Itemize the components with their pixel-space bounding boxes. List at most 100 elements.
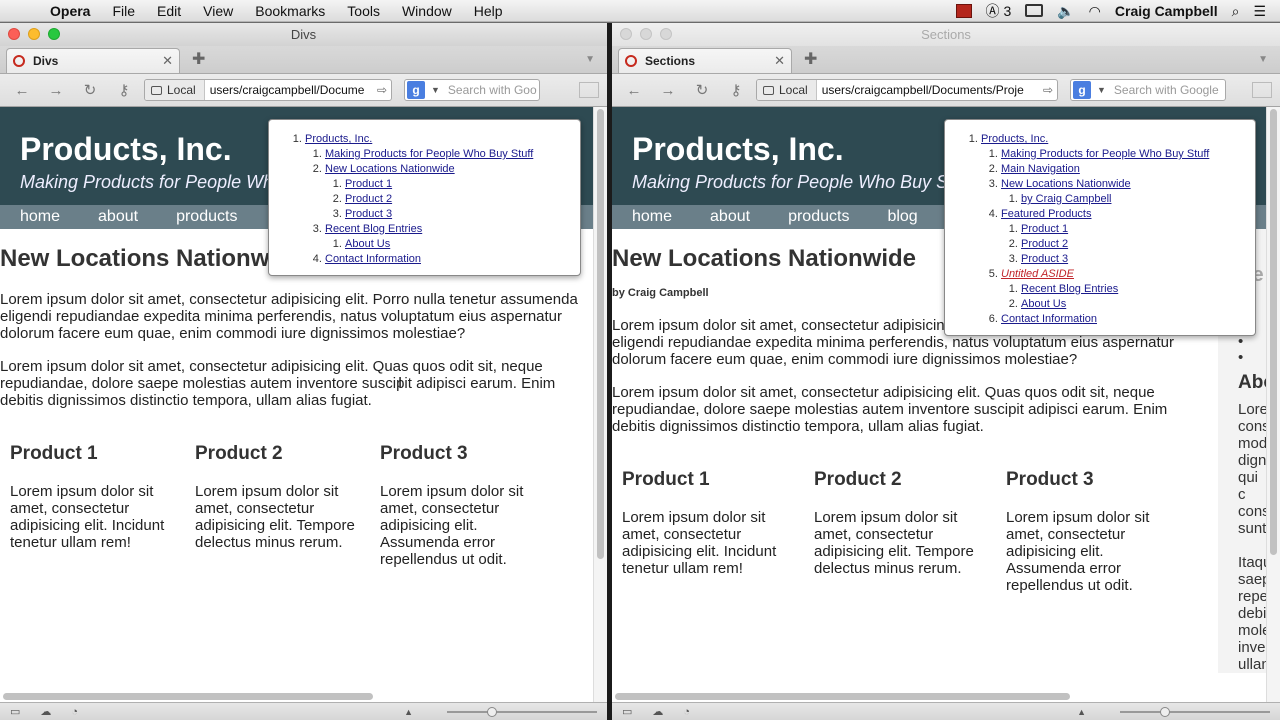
outline-link[interactable]: New Locations Nationwide bbox=[1001, 178, 1131, 190]
outline-link[interactable]: Product 3 bbox=[345, 208, 392, 220]
outline-link[interactable]: by Craig Campbell bbox=[1021, 193, 1111, 205]
outline-link[interactable]: Product 2 bbox=[1021, 238, 1068, 250]
notification-center-icon[interactable]: ☰ bbox=[1253, 4, 1266, 18]
tab-menu-chevron-icon[interactable]: ▼ bbox=[585, 54, 595, 65]
new-tab-plus-icon[interactable]: ✚ bbox=[804, 49, 817, 69]
outline-link[interactable]: Product 1 bbox=[345, 178, 392, 190]
menu-window[interactable]: Window bbox=[402, 3, 452, 19]
close-tab-icon[interactable]: ✕ bbox=[162, 53, 173, 69]
address-bar[interactable]: Local users/craigcampbell/Documents/Proj… bbox=[756, 79, 1058, 101]
volume-icon[interactable]: 🔈 bbox=[1057, 4, 1074, 18]
back-arrow-icon[interactable]: ← bbox=[620, 82, 648, 99]
forward-arrow-icon[interactable]: → bbox=[42, 82, 70, 99]
search-field[interactable]: g ▼ Search with Google bbox=[1070, 79, 1226, 101]
close-window-button[interactable] bbox=[8, 28, 20, 40]
address-bar[interactable]: Local users/craigcampbell/Docume ⇨ bbox=[144, 79, 392, 101]
search-engine-dropdown-icon[interactable]: ▼ bbox=[431, 85, 440, 95]
outline-link[interactable]: Product 1 bbox=[1021, 223, 1068, 235]
speed-dial-gauge-icon[interactable]: ◔ bbox=[683, 706, 690, 718]
horizontal-scroll-thumb[interactable] bbox=[3, 693, 373, 700]
vertical-scrollbar[interactable] bbox=[593, 107, 607, 702]
reload-icon[interactable]: ↻ bbox=[76, 81, 104, 99]
tab-divs[interactable]: Divs ✕ bbox=[6, 48, 180, 73]
go-arrow-icon[interactable]: ⇨ bbox=[373, 83, 391, 97]
key-icon[interactable]: ⚷ bbox=[722, 81, 750, 99]
location-badge[interactable]: Local bbox=[757, 80, 817, 100]
menu-help[interactable]: Help bbox=[474, 3, 503, 19]
outline-link[interactable]: Products, Inc. bbox=[305, 133, 372, 145]
window-titlebar[interactable]: Divs bbox=[0, 23, 607, 46]
horizontal-scroll-thumb[interactable] bbox=[615, 693, 1070, 700]
nav-link-home[interactable]: home bbox=[632, 208, 672, 226]
outline-link[interactable]: Product 3 bbox=[1021, 253, 1068, 265]
horizontal-scrollbar[interactable] bbox=[0, 690, 593, 702]
vertical-scroll-thumb[interactable] bbox=[597, 109, 604, 559]
opera-unite-cloud-icon[interactable]: ☁ bbox=[40, 705, 51, 718]
menu-tools[interactable]: Tools bbox=[347, 3, 380, 19]
reload-icon[interactable]: ↻ bbox=[688, 81, 716, 99]
nav-link-products[interactable]: products bbox=[788, 208, 849, 226]
horizontal-scrollbar[interactable] bbox=[612, 690, 1266, 702]
screen-recorder-icon[interactable] bbox=[955, 3, 972, 18]
menu-edit[interactable]: Edit bbox=[157, 3, 181, 19]
google-search-icon[interactable]: g bbox=[407, 81, 425, 99]
outline-link[interactable]: Contact Information bbox=[1001, 313, 1097, 325]
forward-arrow-icon[interactable]: → bbox=[654, 82, 682, 99]
location-badge[interactable]: Local bbox=[145, 80, 205, 100]
back-arrow-icon[interactable]: ← bbox=[8, 82, 36, 99]
vertical-scroll-thumb[interactable] bbox=[1270, 109, 1277, 555]
outline-link[interactable]: Making Products for People Who Buy Stuff bbox=[1001, 148, 1209, 160]
user-name[interactable]: Craig Campbell bbox=[1115, 3, 1218, 19]
nav-link-about[interactable]: about bbox=[710, 208, 750, 226]
outline-link[interactable]: About Us bbox=[345, 238, 390, 250]
zoom-window-button[interactable] bbox=[48, 28, 60, 40]
close-window-button[interactable] bbox=[620, 28, 632, 40]
zoom-window-button[interactable] bbox=[660, 28, 672, 40]
window-titlebar[interactable]: Sections bbox=[612, 23, 1280, 46]
spotlight-search-icon[interactable]: ⌕ bbox=[1232, 4, 1240, 18]
nav-link-about[interactable]: about bbox=[98, 208, 138, 226]
google-search-icon[interactable]: g bbox=[1073, 81, 1091, 99]
menu-bookmarks[interactable]: Bookmarks bbox=[255, 3, 325, 19]
search-engine-dropdown-icon[interactable]: ▼ bbox=[1097, 85, 1106, 95]
outline-link[interactable]: About Us bbox=[1021, 298, 1066, 310]
key-icon[interactable]: ⚷ bbox=[110, 81, 138, 99]
adobe-updates-icon[interactable]: Ⓐ 3 bbox=[986, 3, 1012, 19]
outline-link[interactable]: Recent Blog Entries bbox=[325, 223, 422, 235]
zoom-slider[interactable] bbox=[447, 706, 597, 717]
outline-link[interactable]: Product 2 bbox=[345, 193, 392, 205]
zoom-slider-knob[interactable] bbox=[1160, 706, 1170, 717]
outline-link[interactable]: Products, Inc. bbox=[981, 133, 1048, 145]
outline-link[interactable]: Featured Products bbox=[1001, 208, 1092, 220]
outline-link[interactable]: Contact Information bbox=[325, 253, 421, 265]
minimize-window-button[interactable] bbox=[28, 28, 40, 40]
panel-toggle-icon[interactable] bbox=[1252, 82, 1272, 98]
show-status-arrow-icon[interactable]: ▲ bbox=[404, 707, 413, 717]
speed-dial-gauge-icon[interactable]: ◔ bbox=[71, 706, 78, 718]
nav-link-home[interactable]: home bbox=[20, 208, 60, 226]
outline-link[interactable]: Recent Blog Entries bbox=[1021, 283, 1118, 295]
search-field[interactable]: g ▼ Search with Goo bbox=[404, 79, 540, 101]
tab-sections[interactable]: Sections ✕ bbox=[618, 48, 792, 73]
close-tab-icon[interactable]: ✕ bbox=[774, 53, 785, 69]
nav-link-products[interactable]: products bbox=[176, 208, 237, 226]
outline-link[interactable]: Main Navigation bbox=[1001, 163, 1080, 175]
menu-file[interactable]: File bbox=[112, 3, 135, 19]
vertical-scrollbar[interactable] bbox=[1266, 107, 1280, 702]
airplay-icon[interactable] bbox=[1025, 4, 1044, 17]
show-status-arrow-icon[interactable]: ▲ bbox=[1077, 707, 1086, 717]
zoom-slider[interactable] bbox=[1120, 706, 1270, 717]
panel-icon[interactable]: ▭ bbox=[10, 705, 20, 718]
outline-link-untitled-aside[interactable]: Untitled ASIDE bbox=[1001, 268, 1074, 280]
new-tab-plus-icon[interactable]: ✚ bbox=[192, 49, 205, 69]
panel-icon[interactable]: ▭ bbox=[622, 705, 632, 718]
menu-app-opera[interactable]: Opera bbox=[50, 3, 90, 19]
menu-view[interactable]: View bbox=[203, 3, 233, 19]
go-arrow-icon[interactable]: ⇨ bbox=[1039, 83, 1057, 97]
tab-menu-chevron-icon[interactable]: ▼ bbox=[1258, 54, 1268, 65]
zoom-slider-knob[interactable] bbox=[487, 706, 497, 717]
outline-link[interactable]: Making Products for People Who Buy Stuff bbox=[325, 148, 533, 160]
panel-toggle-icon[interactable] bbox=[579, 82, 599, 98]
opera-unite-cloud-icon[interactable]: ☁ bbox=[652, 705, 663, 718]
outline-link[interactable]: New Locations Nationwide bbox=[325, 163, 455, 175]
